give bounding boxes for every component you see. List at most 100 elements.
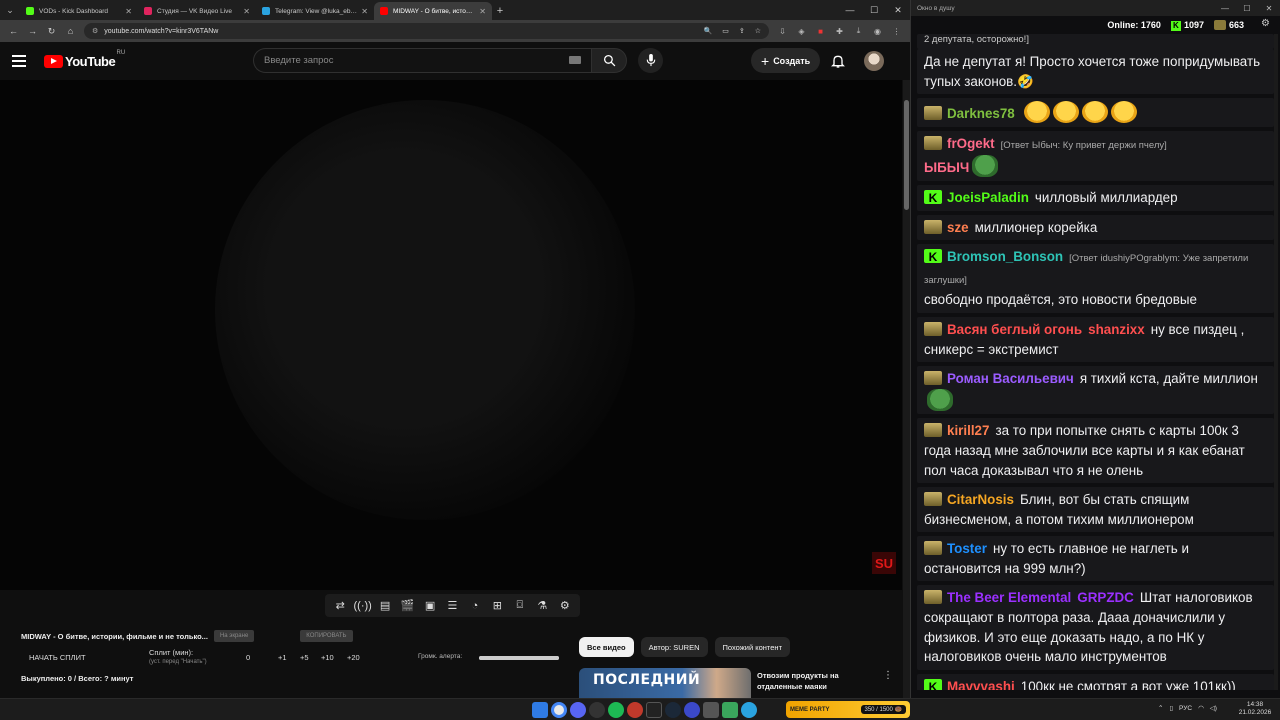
lab-icon[interactable]: ⚗ xyxy=(533,597,551,615)
browser-menu-icon[interactable]: ⋮ xyxy=(887,22,906,40)
related-video-thumbnail[interactable]: ПОСЛЕДНИЙ xyxy=(579,668,751,698)
maximize-icon[interactable]: ☐ xyxy=(862,0,886,20)
tab-close-icon[interactable]: ✕ xyxy=(361,7,368,16)
network-icon[interactable]: ▯ xyxy=(1169,704,1173,712)
voice-search-button[interactable] xyxy=(638,48,663,73)
settings-icon[interactable]: ⚙ xyxy=(556,597,574,615)
tab-close-icon[interactable]: ✕ xyxy=(243,7,250,16)
search-input[interactable] xyxy=(253,48,591,73)
clip-icon[interactable]: 🎬 xyxy=(399,597,417,615)
app-icon[interactable] xyxy=(722,702,738,718)
minimize-icon[interactable]: — xyxy=(1214,4,1236,13)
step-button[interactable]: +20 xyxy=(347,653,360,662)
browser-tab[interactable]: MIDWAY - О битве, истории, ф ✕ xyxy=(374,2,492,20)
extension-red-icon[interactable]: ■ xyxy=(811,22,830,40)
on-screen-button[interactable]: На экране xyxy=(213,630,255,642)
chat-username[interactable]: GRPZDC xyxy=(1077,590,1134,605)
app-icon[interactable] xyxy=(589,702,605,718)
tab-close-icon[interactable]: ✕ xyxy=(125,7,132,16)
chrome-icon[interactable] xyxy=(551,702,567,718)
related-video-title[interactable]: Отвозим продукты на отдаленные маяки xyxy=(757,670,867,692)
browser-tab[interactable]: Студия — VK Видео Live ✕ xyxy=(138,2,256,20)
telegram-icon[interactable] xyxy=(741,702,757,718)
start-split-button[interactable]: НАЧАТЬ СПЛИТ xyxy=(29,653,86,662)
chat-username[interactable]: shanzixx xyxy=(1088,322,1145,337)
more-options-icon[interactable]: ⋮ xyxy=(883,670,893,681)
language-indicator[interactable]: РУС xyxy=(1179,705,1192,712)
step-button[interactable]: +10 xyxy=(321,653,334,662)
tray-chevron-icon[interactable]: ⌃ xyxy=(1158,704,1163,712)
hamburger-menu-icon[interactable] xyxy=(12,55,36,67)
forward-icon[interactable]: → xyxy=(23,22,42,40)
recorder-icon[interactable] xyxy=(627,702,643,718)
close-icon[interactable]: ✕ xyxy=(886,0,910,20)
back-icon[interactable]: ← xyxy=(4,22,23,40)
discord-icon[interactable] xyxy=(570,702,586,718)
subtitles-icon[interactable]: ▤ xyxy=(376,597,394,615)
app-icon[interactable] xyxy=(703,702,719,718)
spotify-icon[interactable] xyxy=(608,702,624,718)
pip-icon[interactable]: ▣ xyxy=(421,597,439,615)
profile-icon[interactable]: ◉ xyxy=(868,22,887,40)
tab-search-icon[interactable]: ⌄ xyxy=(0,0,20,20)
audio-icon[interactable]: ((·)) xyxy=(354,597,372,615)
share-icon[interactable]: ⇪ xyxy=(739,27,745,35)
tab-close-icon[interactable]: ✕ xyxy=(479,7,486,16)
create-button[interactable]: + Создать xyxy=(751,48,821,73)
chat-username[interactable]: Bromson_Bonson xyxy=(947,249,1063,264)
split-value[interactable]: 0 xyxy=(246,653,250,662)
zoom-icon[interactable]: 🔍 xyxy=(704,27,713,35)
search-button[interactable] xyxy=(591,48,627,73)
scrollbar-thumb[interactable] xyxy=(904,100,909,210)
chat-username[interactable]: CitarNosis xyxy=(947,492,1014,507)
obs-icon[interactable] xyxy=(646,702,662,718)
chat-username[interactable]: Darknes78 xyxy=(947,106,1015,121)
copy-button[interactable]: КОПИРОВАТЬ xyxy=(300,630,353,642)
filter-all-videos[interactable]: Все видео xyxy=(579,637,634,657)
minimize-icon[interactable]: — xyxy=(838,0,862,20)
filter-similar[interactable]: Похожий контент xyxy=(714,637,791,657)
loop-icon[interactable]: ⇄ xyxy=(331,597,349,615)
step-button[interactable]: +1 xyxy=(278,653,287,662)
notifications-bell-icon[interactable] xyxy=(830,53,846,69)
page-scrollbar[interactable] xyxy=(903,80,910,698)
chat-username[interactable]: kirill27 xyxy=(947,423,989,438)
chat-username[interactable]: sze xyxy=(947,220,969,235)
bookmark-star-icon[interactable]: ☆ xyxy=(755,27,761,35)
filter-author[interactable]: Автор: SUREN xyxy=(640,637,708,657)
chat-scrollbar[interactable] xyxy=(1274,34,1278,690)
chat-username[interactable]: JoeisPaladin xyxy=(947,190,1029,205)
reload-icon[interactable]: ↻ xyxy=(42,22,61,40)
alert-volume-slider[interactable] xyxy=(479,656,559,660)
media-player-icon[interactable] xyxy=(684,702,700,718)
chat-username[interactable]: The Beer Elemental xyxy=(947,590,1071,605)
video-player[interactable]: SU xyxy=(0,80,902,590)
chat-username[interactable]: Васян беглый огонь xyxy=(947,322,1082,337)
transcript-icon[interactable]: ☰ xyxy=(443,597,461,615)
chat-username[interactable]: Toster xyxy=(947,541,987,556)
speed-icon[interactable]: ◔ xyxy=(466,597,484,615)
chat-settings-icon[interactable]: ⚙ xyxy=(1261,18,1270,29)
chat-username[interactable]: frOgekt xyxy=(947,136,995,151)
site-info-icon[interactable]: ⚙ xyxy=(92,27,98,35)
chat-username[interactable]: Роман Васильевич xyxy=(947,371,1074,386)
chat-username[interactable]: Mavvvashi xyxy=(947,679,1015,690)
youtube-logo[interactable]: YouTube RU xyxy=(44,50,125,69)
home-icon[interactable]: ⌂ xyxy=(61,22,80,40)
clock[interactable]: 14:38 21.02.2026 xyxy=(1234,701,1276,717)
browser-tab[interactable]: Telegram: View @luka_ebkov ✕ xyxy=(256,2,374,20)
extension-icon[interactable]: ◈ xyxy=(792,22,811,40)
account-avatar[interactable] xyxy=(864,51,884,71)
volume-icon[interactable]: ◁) xyxy=(1210,704,1217,712)
step-button[interactable]: +5 xyxy=(300,653,309,662)
wifi-icon[interactable]: ◠ xyxy=(1198,704,1204,712)
new-tab-button[interactable]: + xyxy=(492,2,508,20)
cast-icon[interactable]: ▭ xyxy=(722,27,729,35)
steam-icon[interactable] xyxy=(665,702,681,718)
maximize-icon[interactable]: ☐ xyxy=(1236,4,1258,13)
downloads-icon[interactable]: ⤓ xyxy=(849,22,868,40)
chat-message-list[interactable]: 2 депутата, осторожно!] Да не депутат я! … xyxy=(917,34,1274,690)
screenshot-icon[interactable]: ⌼ xyxy=(511,597,529,615)
download-extension-icon[interactable]: ⇩ xyxy=(773,22,792,40)
puzzle-extensions-icon[interactable]: ✚ xyxy=(830,22,849,40)
